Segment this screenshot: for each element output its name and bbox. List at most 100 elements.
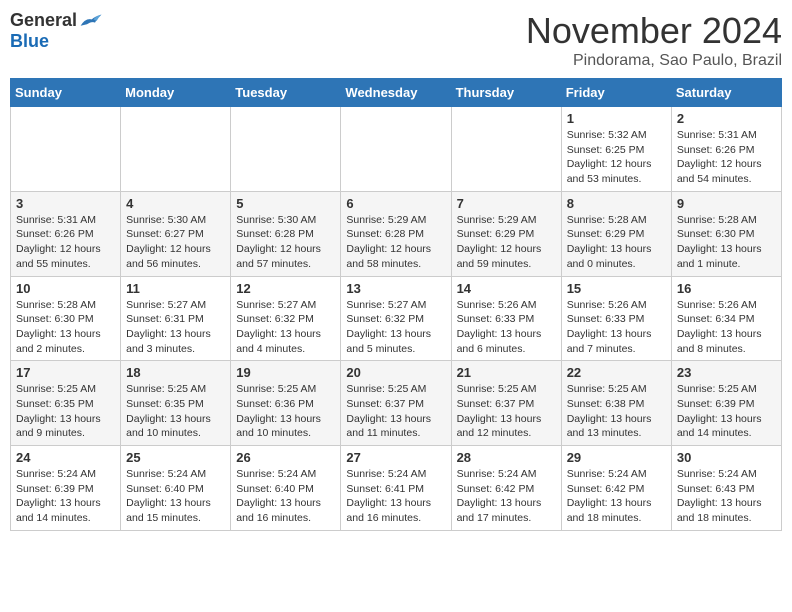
day-info: Sunrise: 5:29 AMSunset: 6:28 PMDaylight:…: [346, 213, 445, 272]
day-info: Sunrise: 5:24 AMSunset: 6:42 PMDaylight:…: [567, 467, 666, 526]
day-info: Sunrise: 5:25 AMSunset: 6:35 PMDaylight:…: [126, 382, 225, 441]
day-info: Sunrise: 5:25 AMSunset: 6:37 PMDaylight:…: [457, 382, 556, 441]
calendar-cell: 27 Sunrise: 5:24 AMSunset: 6:41 PMDayligh…: [341, 446, 451, 531]
logo-bird-icon: [79, 11, 103, 31]
day-number: 4: [126, 196, 225, 211]
day-number: 14: [457, 281, 556, 296]
day-number: 6: [346, 196, 445, 211]
calendar-cell: 18 Sunrise: 5:25 AMSunset: 6:35 PMDayligh…: [121, 361, 231, 446]
day-info: Sunrise: 5:24 AMSunset: 6:39 PMDaylight:…: [16, 467, 115, 526]
calendar-cell: 29 Sunrise: 5:24 AMSunset: 6:42 PMDayligh…: [561, 446, 671, 531]
day-number: 12: [236, 281, 335, 296]
day-info: Sunrise: 5:24 AMSunset: 6:40 PMDaylight:…: [236, 467, 335, 526]
day-info: Sunrise: 5:27 AMSunset: 6:32 PMDaylight:…: [346, 298, 445, 357]
day-number: 20: [346, 365, 445, 380]
day-number: 3: [16, 196, 115, 211]
calendar-cell: 1Sunrise: 5:32 AMSunset: 6:25 PMDaylight…: [561, 107, 671, 192]
day-number: 23: [677, 365, 776, 380]
calendar-cell: 12 Sunrise: 5:27 AMSunset: 6:32 PMDayligh…: [231, 276, 341, 361]
calendar-cell: 5 Sunrise: 5:30 AMSunset: 6:28 PMDaylight…: [231, 191, 341, 276]
calendar-cell: 11 Sunrise: 5:27 AMSunset: 6:31 PMDayligh…: [121, 276, 231, 361]
calendar-table: SundayMondayTuesdayWednesdayThursdayFrid…: [10, 78, 782, 531]
day-number: 17: [16, 365, 115, 380]
day-number: 10: [16, 281, 115, 296]
day-info: Sunrise: 5:28 AMSunset: 6:30 PMDaylight:…: [16, 298, 115, 357]
day-info: Sunrise: 5:31 AMSunset: 6:26 PMDaylight:…: [16, 213, 115, 272]
day-info: Sunrise: 5:31 AMSunset: 6:26 PMDaylight:…: [677, 128, 776, 187]
day-number: 7: [457, 196, 556, 211]
title-section: November 2024 Pindorama, Sao Paulo, Braz…: [526, 10, 782, 70]
calendar-cell: 20 Sunrise: 5:25 AMSunset: 6:37 PMDayligh…: [341, 361, 451, 446]
calendar-header-sunday: Sunday: [11, 79, 121, 107]
day-info: Sunrise: 5:30 AMSunset: 6:28 PMDaylight:…: [236, 213, 335, 272]
day-info: Sunrise: 5:24 AMSunset: 6:40 PMDaylight:…: [126, 467, 225, 526]
calendar-cell: 4 Sunrise: 5:30 AMSunset: 6:27 PMDaylight…: [121, 191, 231, 276]
logo-blue-text: Blue: [10, 31, 49, 52]
day-info: Sunrise: 5:26 AMSunset: 6:33 PMDaylight:…: [457, 298, 556, 357]
day-number: 13: [346, 281, 445, 296]
calendar-cell: 17 Sunrise: 5:25 AMSunset: 6:35 PMDayligh…: [11, 361, 121, 446]
day-info: Sunrise: 5:29 AMSunset: 6:29 PMDaylight:…: [457, 213, 556, 272]
day-info: Sunrise: 5:24 AMSunset: 6:42 PMDaylight:…: [457, 467, 556, 526]
calendar-cell: 3 Sunrise: 5:31 AMSunset: 6:26 PMDaylight…: [11, 191, 121, 276]
day-number: 18: [126, 365, 225, 380]
calendar-cell: 30Sunrise: 5:24 AMSunset: 6:43 PMDayligh…: [671, 446, 781, 531]
calendar-week-row: 10 Sunrise: 5:28 AMSunset: 6:30 PMDayligh…: [11, 276, 782, 361]
day-number: 9: [677, 196, 776, 211]
calendar-cell: 8Sunrise: 5:28 AMSunset: 6:29 PMDaylight…: [561, 191, 671, 276]
day-number: 16: [677, 281, 776, 296]
day-number: 19: [236, 365, 335, 380]
day-number: 30: [677, 450, 776, 465]
calendar-header-saturday: Saturday: [671, 79, 781, 107]
calendar-week-row: 1Sunrise: 5:32 AMSunset: 6:25 PMDaylight…: [11, 107, 782, 192]
calendar-cell: 16Sunrise: 5:26 AMSunset: 6:34 PMDayligh…: [671, 276, 781, 361]
calendar-cell: 9 Sunrise: 5:28 AMSunset: 6:30 PMDaylight…: [671, 191, 781, 276]
calendar-cell: [451, 107, 561, 192]
calendar-week-row: 24 Sunrise: 5:24 AMSunset: 6:39 PMDayligh…: [11, 446, 782, 531]
day-number: 27: [346, 450, 445, 465]
calendar-cell: 21 Sunrise: 5:25 AMSunset: 6:37 PMDayligh…: [451, 361, 561, 446]
calendar-cell: 15 Sunrise: 5:26 AMSunset: 6:33 PMDayligh…: [561, 276, 671, 361]
day-number: 11: [126, 281, 225, 296]
calendar-cell: 26 Sunrise: 5:24 AMSunset: 6:40 PMDayligh…: [231, 446, 341, 531]
day-number: 5: [236, 196, 335, 211]
day-number: 22: [567, 365, 666, 380]
day-info: Sunrise: 5:24 AMSunset: 6:41 PMDaylight:…: [346, 467, 445, 526]
logo-general-text: General: [10, 10, 77, 31]
day-info: Sunrise: 5:28 AMSunset: 6:29 PMDaylight:…: [567, 213, 666, 272]
calendar-header-thursday: Thursday: [451, 79, 561, 107]
day-info: Sunrise: 5:30 AMSunset: 6:27 PMDaylight:…: [126, 213, 225, 272]
day-number: 25: [126, 450, 225, 465]
day-info: Sunrise: 5:25 AMSunset: 6:39 PMDaylight:…: [677, 382, 776, 441]
day-number: 2: [677, 111, 776, 126]
day-number: 24: [16, 450, 115, 465]
calendar-cell: 25 Sunrise: 5:24 AMSunset: 6:40 PMDayligh…: [121, 446, 231, 531]
day-number: 29: [567, 450, 666, 465]
calendar-cell: 24 Sunrise: 5:24 AMSunset: 6:39 PMDayligh…: [11, 446, 121, 531]
day-info: Sunrise: 5:28 AMSunset: 6:30 PMDaylight:…: [677, 213, 776, 272]
day-info: Sunrise: 5:25 AMSunset: 6:35 PMDaylight:…: [16, 382, 115, 441]
day-info: Sunrise: 5:27 AMSunset: 6:31 PMDaylight:…: [126, 298, 225, 357]
day-info: Sunrise: 5:25 AMSunset: 6:36 PMDaylight:…: [236, 382, 335, 441]
calendar-header-row: SundayMondayTuesdayWednesdayThursdayFrid…: [11, 79, 782, 107]
calendar-cell: 22Sunrise: 5:25 AMSunset: 6:38 PMDayligh…: [561, 361, 671, 446]
calendar-cell: 23 Sunrise: 5:25 AMSunset: 6:39 PMDayligh…: [671, 361, 781, 446]
day-info: Sunrise: 5:26 AMSunset: 6:33 PMDaylight:…: [567, 298, 666, 357]
calendar-cell: 28 Sunrise: 5:24 AMSunset: 6:42 PMDayligh…: [451, 446, 561, 531]
calendar-week-row: 17 Sunrise: 5:25 AMSunset: 6:35 PMDayligh…: [11, 361, 782, 446]
calendar-cell: [121, 107, 231, 192]
day-number: 26: [236, 450, 335, 465]
calendar-cell: 19 Sunrise: 5:25 AMSunset: 6:36 PMDayligh…: [231, 361, 341, 446]
calendar-header-friday: Friday: [561, 79, 671, 107]
day-number: 15: [567, 281, 666, 296]
page-header: General Blue November 2024 Pindorama, Sa…: [10, 10, 782, 70]
calendar-cell: 2 Sunrise: 5:31 AMSunset: 6:26 PMDaylight…: [671, 107, 781, 192]
day-number: 21: [457, 365, 556, 380]
day-info: Sunrise: 5:32 AMSunset: 6:25 PMDaylight:…: [567, 128, 666, 187]
calendar-cell: [341, 107, 451, 192]
day-info: Sunrise: 5:27 AMSunset: 6:32 PMDaylight:…: [236, 298, 335, 357]
day-number: 28: [457, 450, 556, 465]
day-info: Sunrise: 5:25 AMSunset: 6:37 PMDaylight:…: [346, 382, 445, 441]
calendar-cell: 7 Sunrise: 5:29 AMSunset: 6:29 PMDaylight…: [451, 191, 561, 276]
calendar-cell: [231, 107, 341, 192]
